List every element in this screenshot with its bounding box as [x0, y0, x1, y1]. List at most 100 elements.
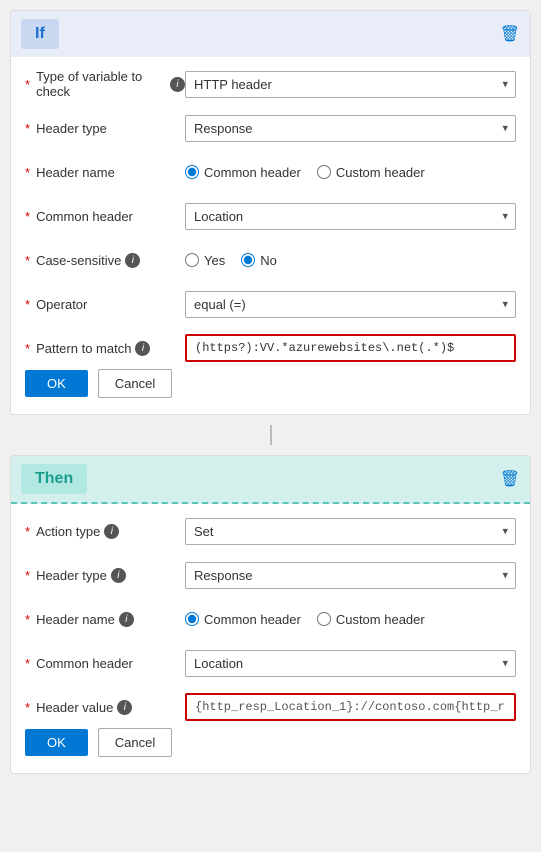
required-star-12: * — [25, 700, 30, 715]
type-of-variable-label: * Type of variable to check i — [25, 69, 185, 99]
then-common-header-label: Common header — [204, 612, 301, 627]
if-header-name-label: * Header name — [25, 165, 185, 180]
required-star-2: * — [25, 121, 30, 136]
required-star-7: * — [25, 341, 30, 356]
then-common-header-row: * Common header Location Content-Type ▾ — [25, 648, 516, 678]
if-common-header-radio[interactable] — [185, 165, 199, 179]
if-header-type-label: * Header type — [25, 121, 185, 136]
then-cancel-button[interactable]: Cancel — [98, 728, 172, 757]
then-header-type-control: Response Request ▾ — [185, 562, 516, 589]
if-header-type-select[interactable]: Response Request — [185, 115, 516, 142]
if-pattern-row: * Pattern to match i — [25, 333, 516, 363]
if-case-sensitive-radio-group: Yes No — [185, 253, 516, 268]
if-no-option[interactable]: No — [241, 253, 277, 268]
then-common-header-radio[interactable] — [185, 612, 199, 626]
if-card: If 🗑 * Type of variable to check i HTTP … — [10, 10, 531, 415]
then-header-value-label: * Header value i — [25, 700, 185, 715]
if-card-header: If 🗑 — [11, 11, 530, 57]
then-custom-header-label: Custom header — [336, 612, 425, 627]
if-header-type-select-wrapper: Response Request ▾ — [185, 115, 516, 142]
then-header-value-input[interactable] — [187, 695, 514, 719]
then-custom-header-radio[interactable] — [317, 612, 331, 626]
divider-line — [270, 425, 272, 445]
then-header-type-info-icon[interactable]: i — [111, 568, 126, 583]
required-star-9: * — [25, 568, 30, 583]
if-no-radio[interactable] — [241, 253, 255, 267]
header-value-info-icon[interactable]: i — [117, 700, 132, 715]
then-card-body: * Action type i Set Append Delete ▾ — [11, 504, 530, 773]
if-custom-header-radio[interactable] — [317, 165, 331, 179]
if-common-header-select[interactable]: Location Content-Type — [185, 203, 516, 230]
then-header-name-info-icon[interactable]: i — [119, 612, 134, 627]
if-operator-label: * Operator — [25, 297, 185, 312]
if-common-header-control: Location Content-Type ▾ — [185, 203, 516, 230]
if-pattern-input-wrapper — [185, 334, 516, 362]
if-operator-row: * Operator equal (=) contains starts wit… — [25, 289, 516, 319]
if-card-body: * Type of variable to check i HTTP heade… — [11, 57, 530, 414]
type-of-variable-control: HTTP header HTTP status Query string ▾ — [185, 71, 516, 98]
divider — [10, 425, 531, 445]
type-of-variable-select-wrapper: HTTP header HTTP status Query string ▾ — [185, 71, 516, 98]
if-cancel-button[interactable]: Cancel — [98, 369, 172, 398]
if-header-type-control: Response Request ▾ — [185, 115, 516, 142]
if-common-header-label: Common header — [204, 165, 301, 180]
if-pattern-input[interactable] — [187, 336, 514, 360]
action-type-select[interactable]: Set Append Delete — [185, 518, 516, 545]
then-header-value-row: * Header value i — [25, 692, 516, 722]
if-header-name-radio-group: Common header Custom header — [185, 165, 516, 180]
then-ok-button[interactable]: OK — [25, 729, 88, 756]
action-type-info-icon[interactable]: i — [104, 524, 119, 539]
if-no-label: No — [260, 253, 277, 268]
then-delete-icon[interactable]: 🗑 — [500, 469, 520, 489]
if-operator-select-wrapper: equal (=) contains starts with ▾ — [185, 291, 516, 318]
then-header-type-label: * Header type i — [25, 568, 185, 583]
if-header-type-row: * Header type Response Request ▾ — [25, 113, 516, 143]
if-case-sensitive-control: Yes No — [185, 253, 516, 268]
required-star: * — [25, 77, 30, 92]
if-custom-header-option[interactable]: Custom header — [317, 165, 425, 180]
if-operator-select[interactable]: equal (=) contains starts with — [185, 291, 516, 318]
then-label: Then — [21, 464, 87, 494]
pattern-info-icon[interactable]: i — [135, 341, 150, 356]
required-star-4: * — [25, 209, 30, 224]
if-common-header-option[interactable]: Common header — [185, 165, 301, 180]
if-common-header-select-wrapper: Location Content-Type ▾ — [185, 203, 516, 230]
if-yes-option[interactable]: Yes — [185, 253, 225, 268]
if-yes-label: Yes — [204, 253, 225, 268]
then-card-header: Then 🗑 — [11, 456, 530, 504]
then-btn-row: OK Cancel — [25, 728, 516, 761]
if-common-header-row: * Common header Location Content-Type ▾ — [25, 201, 516, 231]
then-header-type-select-wrapper: Response Request ▾ — [185, 562, 516, 589]
then-header-name-row: * Header name i Common header Custom hea… — [25, 604, 516, 634]
action-type-control: Set Append Delete ▾ — [185, 518, 516, 545]
if-label: If — [21, 19, 59, 49]
then-header-name-control: Common header Custom header — [185, 612, 516, 627]
then-common-header-field-label: * Common header — [25, 656, 185, 671]
if-custom-header-label: Custom header — [336, 165, 425, 180]
if-ok-button[interactable]: OK — [25, 370, 88, 397]
required-star-11: * — [25, 656, 30, 671]
then-custom-header-option[interactable]: Custom header — [317, 612, 425, 627]
type-of-variable-select[interactable]: HTTP header HTTP status Query string — [185, 71, 516, 98]
required-star-10: * — [25, 612, 30, 627]
if-header-name-control: Common header Custom header — [185, 165, 516, 180]
then-header-value-input-wrapper — [185, 693, 516, 721]
if-case-sensitive-label: * Case-sensitive i — [25, 253, 185, 268]
action-type-select-wrapper: Set Append Delete ▾ — [185, 518, 516, 545]
type-of-variable-info-icon[interactable]: i — [170, 77, 185, 92]
then-card: Then 🗑 * Action type i Set Append Delete — [10, 455, 531, 774]
if-common-header-field-label: * Common header — [25, 209, 185, 224]
if-pattern-label: * Pattern to match i — [25, 341, 185, 356]
if-delete-icon[interactable]: 🗑 — [500, 24, 520, 44]
then-common-header-option[interactable]: Common header — [185, 612, 301, 627]
required-star-3: * — [25, 165, 30, 180]
case-sensitive-info-icon[interactable]: i — [125, 253, 140, 268]
type-of-variable-row: * Type of variable to check i HTTP heade… — [25, 69, 516, 99]
then-header-name-label: * Header name i — [25, 612, 185, 627]
then-header-type-select[interactable]: Response Request — [185, 562, 516, 589]
then-header-name-radio-group: Common header Custom header — [185, 612, 516, 627]
then-common-header-select[interactable]: Location Content-Type — [185, 650, 516, 677]
if-yes-radio[interactable] — [185, 253, 199, 267]
action-type-row: * Action type i Set Append Delete ▾ — [25, 516, 516, 546]
then-header-type-row: * Header type i Response Request ▾ — [25, 560, 516, 590]
